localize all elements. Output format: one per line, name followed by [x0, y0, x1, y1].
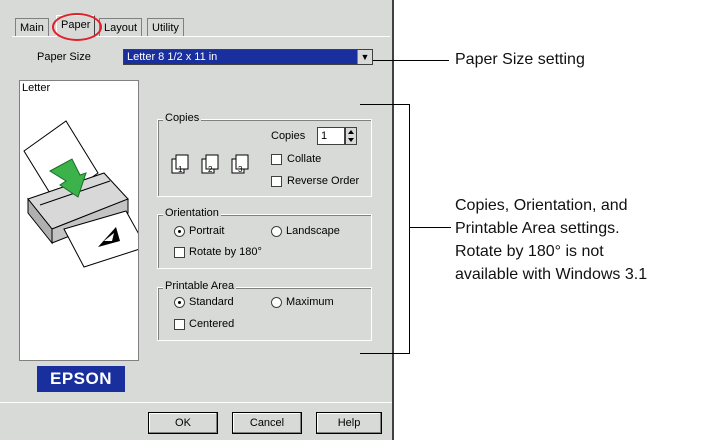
printable-area-group-title: Printable Area: [163, 280, 237, 292]
svg-text:2: 2: [208, 165, 213, 174]
epson-logo: EPSON: [37, 366, 125, 392]
landscape-radio[interactable]: [271, 226, 282, 237]
settings-callout-line: [409, 227, 451, 228]
paper-size-callout: Paper Size setting: [455, 51, 585, 68]
bracket-vertical-line: [409, 104, 410, 354]
settings-callout-line-3: Rotate by 180° is not: [455, 243, 604, 260]
chevron-down-icon[interactable]: ▼: [357, 50, 372, 64]
copies-label: Copies: [271, 130, 306, 142]
paper-size-value: Letter 8 1/2 x 11 in: [124, 50, 359, 64]
paper-size-select[interactable]: Letter 8 1/2 x 11 in ▼: [123, 49, 373, 65]
printer-illustration-icon: [23, 120, 138, 268]
landscape-label: Landscape: [286, 225, 340, 237]
button-bar-divider: [0, 402, 392, 403]
svg-text:1: 1: [178, 165, 183, 174]
centered-checkbox[interactable]: [174, 319, 185, 330]
maximum-label: Maximum: [286, 296, 334, 308]
stepper-arrows-icon[interactable]: [345, 127, 357, 145]
tab-main[interactable]: Main: [15, 18, 49, 36]
tab-utility[interactable]: Utility: [147, 18, 184, 36]
rotate-180-checkbox[interactable]: [174, 247, 185, 258]
reverse-order-checkbox[interactable]: [271, 176, 282, 187]
paper-size-callout-line: [373, 60, 449, 61]
reverse-order-label: Reverse Order: [287, 175, 360, 187]
collate-checkbox[interactable]: [271, 154, 282, 165]
ok-button[interactable]: OK: [148, 412, 218, 434]
bracket-top-line: [360, 104, 410, 105]
dialog-right-edge: [392, 0, 394, 440]
orientation-group: [157, 214, 372, 269]
rotate-180-label: Rotate by 180°: [189, 246, 262, 258]
settings-callout: Copies, Orientation, and Printable Area …: [455, 194, 647, 286]
paper-size-label: Paper Size: [37, 51, 91, 63]
tab-layout[interactable]: Layout: [99, 18, 143, 36]
paper-preview-panel: Letter: [19, 80, 139, 361]
settings-callout-line-1: Copies, Orientation, and: [455, 197, 628, 214]
maximum-radio[interactable]: [271, 297, 282, 308]
centered-label: Centered: [189, 318, 235, 330]
cancel-button[interactable]: Cancel: [232, 412, 302, 434]
bracket-bottom-line: [360, 353, 410, 354]
tab-paper[interactable]: Paper: [56, 15, 96, 37]
help-button[interactable]: Help: [316, 412, 382, 434]
copies-input[interactable]: 1: [317, 127, 345, 145]
standard-radio[interactable]: [174, 297, 185, 308]
collate-label: Collate: [287, 153, 322, 165]
copies-group-title: Copies: [163, 112, 202, 124]
svg-text:3: 3: [238, 165, 243, 174]
orientation-group-title: Orientation: [163, 207, 221, 219]
portrait-label: Portrait: [189, 225, 225, 237]
collate-pages-icon: 1 2 3: [171, 154, 249, 174]
copies-stepper[interactable]: 1: [317, 127, 357, 145]
standard-label: Standard: [189, 296, 234, 308]
settings-callout-line-4: available with Windows 3.1: [455, 266, 648, 283]
settings-callout-line-2: Printable Area settings.: [455, 220, 620, 237]
portrait-radio[interactable]: [174, 226, 185, 237]
